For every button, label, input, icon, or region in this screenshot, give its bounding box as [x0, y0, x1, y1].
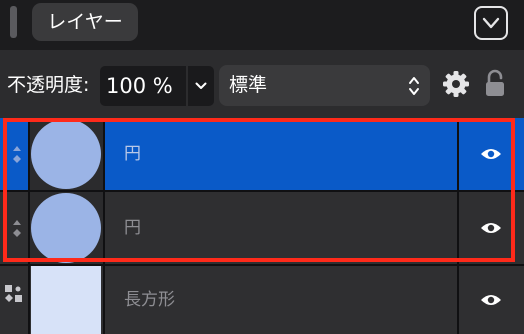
eye-icon: [480, 223, 501, 233]
reorder-arrows-icon: [13, 220, 21, 237]
column-divider: [457, 118, 459, 334]
shapes-group-icon: [5, 285, 22, 302]
blend-mode-value: 標準: [229, 74, 268, 96]
reorder-arrows-icon: [13, 146, 21, 163]
group-handle[interactable]: [0, 266, 28, 334]
up-down-arrows-icon: [409, 77, 419, 95]
row-divider: [0, 264, 524, 266]
layer-thumbnail: [28, 118, 104, 190]
circle-shape-thumbnail: [31, 193, 101, 263]
layer-name[interactable]: 円: [104, 118, 457, 190]
panel-grip-handle[interactable]: [10, 6, 17, 38]
column-divider: [103, 118, 105, 334]
blend-mode-select[interactable]: 標準: [219, 65, 430, 106]
row-divider: [0, 190, 524, 192]
opacity-dropdown-button[interactable]: [188, 66, 214, 106]
visibility-toggle[interactable]: [457, 118, 524, 190]
layer-list: 円 円 長方形: [0, 118, 524, 334]
layer-thumbnail: [28, 266, 104, 334]
reorder-handle[interactable]: [0, 118, 28, 190]
reorder-handle[interactable]: [0, 192, 28, 264]
gear-icon[interactable]: [442, 70, 470, 98]
tab-layers[interactable]: レイヤー: [32, 3, 138, 41]
opacity-label: 不透明度:: [7, 74, 90, 96]
chevron-down-icon: [195, 82, 207, 89]
circle-shape-thumbnail: [31, 119, 101, 189]
layer-name[interactable]: 円: [104, 192, 457, 264]
visibility-toggle[interactable]: [457, 266, 524, 334]
opacity-input[interactable]: 100 %: [100, 66, 186, 106]
panel-header: レイヤー: [0, 0, 524, 50]
layer-row[interactable]: 円: [0, 192, 524, 264]
layer-row[interactable]: 長方形: [0, 266, 524, 334]
layer-row[interactable]: 円: [0, 118, 524, 190]
layer-name[interactable]: 長方形: [104, 266, 457, 334]
chevron-down-icon: [482, 17, 500, 29]
collapse-button[interactable]: [474, 6, 508, 40]
visibility-toggle[interactable]: [457, 192, 524, 264]
column-divider: [28, 118, 30, 334]
lock-icon[interactable]: [484, 68, 506, 98]
layer-toolbar: 不透明度: 100 % 標準: [0, 50, 524, 118]
eye-icon: [480, 149, 501, 159]
layer-thumbnail: [28, 192, 104, 264]
rectangle-shape-thumbnail: [31, 266, 101, 334]
eye-icon: [480, 295, 501, 305]
